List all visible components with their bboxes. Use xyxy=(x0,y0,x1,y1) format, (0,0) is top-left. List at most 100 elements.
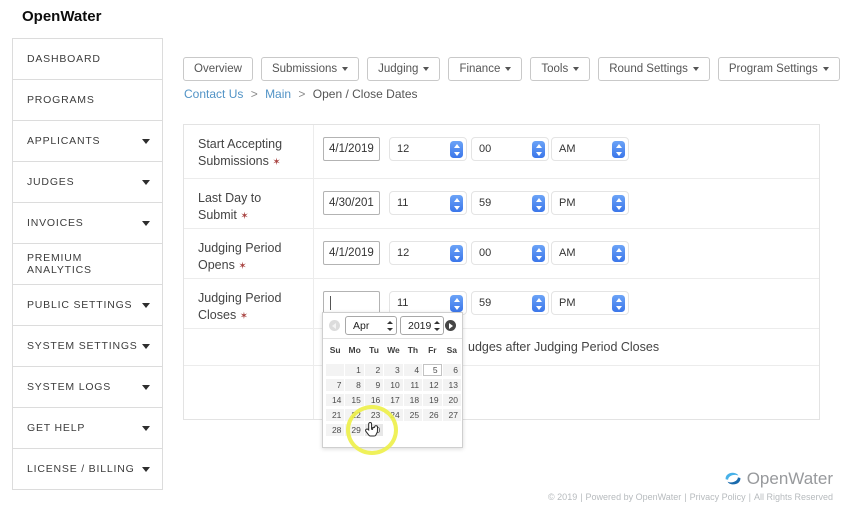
field-label-line: Judging Period xyxy=(198,290,305,307)
sidebar-item-public-settings[interactable]: PUBLIC SETTINGS xyxy=(12,284,163,326)
calendar-day[interactable]: 27 xyxy=(443,409,461,421)
field-label-line: Submissions ✶ xyxy=(198,153,305,170)
date-input[interactable] xyxy=(323,191,380,215)
calendar-day[interactable]: 25 xyxy=(404,409,422,421)
chevron-down-icon xyxy=(342,67,348,71)
tab-program-settings[interactable]: Program Settings xyxy=(718,57,840,81)
sidebar-item-dashboard[interactable]: DASHBOARD xyxy=(12,38,163,80)
minute-select[interactable]: 00 xyxy=(471,241,549,265)
calendar-day[interactable]: 21 xyxy=(326,409,344,421)
chevron-down-icon xyxy=(423,67,429,71)
select-stepper-icon xyxy=(612,141,625,158)
top-tab-bar: Overview Submissions Judging Finance Tools Ro… xyxy=(183,57,840,81)
calendar-day[interactable]: 16 xyxy=(365,394,383,406)
tab-label: Judging xyxy=(378,63,418,75)
month-select[interactable]: Apr xyxy=(345,316,397,335)
sidebar-item-label: PROGRAMS xyxy=(27,94,95,106)
tab-label: Tools xyxy=(541,63,568,75)
calendar-day[interactable]: 5 xyxy=(423,364,441,376)
text-cursor xyxy=(330,296,331,310)
tab-finance[interactable]: Finance xyxy=(448,57,522,81)
field-label-line: Last Day to xyxy=(198,190,305,207)
calendar-day[interactable]: 7 xyxy=(326,379,344,391)
select-value: 59 xyxy=(479,197,491,209)
sidebar-item-applicants[interactable]: APPLICANTS xyxy=(12,120,163,162)
required-asterisk: ✶ xyxy=(240,311,248,322)
datepicker-popup: Apr 2019 SuMoTuWeThFrSa 1234567891011121… xyxy=(322,312,463,448)
sidebar-item-system-settings[interactable]: SYSTEM SETTINGS xyxy=(12,325,163,367)
select-stepper-icon xyxy=(450,295,463,312)
select-value: 00 xyxy=(479,143,491,155)
calendar-day[interactable]: 15 xyxy=(345,394,363,406)
calendar-day[interactable]: 2 xyxy=(365,364,383,376)
sidebar-item-license-billing[interactable]: LICENSE / BILLING xyxy=(12,448,163,490)
calendar-day[interactable]: 13 xyxy=(443,379,461,391)
calendar-day[interactable]: 8 xyxy=(345,379,363,391)
meridiem-select[interactable]: PM xyxy=(551,291,629,315)
sidebar-item-get-help[interactable]: GET HELP xyxy=(12,407,163,449)
tab-tools[interactable]: Tools xyxy=(530,57,590,81)
privacy-policy-link[interactable]: Privacy Policy xyxy=(690,492,746,502)
calendar-day[interactable]: 29 xyxy=(345,424,363,436)
date-input[interactable] xyxy=(323,137,380,161)
meridiem-select[interactable]: AM xyxy=(551,137,629,161)
sidebar-item-premium-analytics[interactable]: PREMIUM ANALYTICS xyxy=(12,243,163,285)
partial-row-label: udges after Judging Period Closes xyxy=(468,340,659,354)
calendar-day[interactable]: 10 xyxy=(384,379,402,391)
calendar-day[interactable]: 24 xyxy=(384,409,402,421)
chevron-down-icon xyxy=(142,344,150,349)
meridiem-select[interactable]: AM xyxy=(551,241,629,265)
calendar-day[interactable]: 28 xyxy=(326,424,344,436)
sidebar-item-invoices[interactable]: INVOICES xyxy=(12,202,163,244)
minute-select[interactable]: 00 xyxy=(471,137,549,161)
calendar-day[interactable]: 30 xyxy=(365,424,383,436)
minute-select[interactable]: 59 xyxy=(471,191,549,215)
sidebar-item-label: PREMIUM ANALYTICS xyxy=(27,252,150,276)
calendar-day[interactable]: 19 xyxy=(423,394,441,406)
breadcrumb-separator: > xyxy=(251,87,258,101)
tab-submissions[interactable]: Submissions xyxy=(261,57,359,81)
powered-by-link[interactable]: Powered by OpenWater xyxy=(586,492,682,502)
breadcrumb-link-contact-us[interactable]: Contact Us xyxy=(184,87,243,101)
datepicker-next-button[interactable] xyxy=(445,320,456,331)
open-close-dates-form: Start AcceptingSubmissions ✶1200AMLast D… xyxy=(183,124,820,420)
calendar-day[interactable]: 26 xyxy=(423,409,441,421)
calendar-day[interactable]: 18 xyxy=(404,394,422,406)
year-select[interactable]: 2019 xyxy=(400,316,444,335)
form-row-last-day-to-submit: Last Day toSubmit ✶ 11 59 PM xyxy=(184,179,819,229)
calendar-day[interactable]: 23 xyxy=(365,409,383,421)
meridiem-select[interactable]: PM xyxy=(551,191,629,215)
sidebar-item-label: DASHBOARD xyxy=(27,53,101,65)
calendar-day[interactable]: 11 xyxy=(404,379,422,391)
calendar-blank xyxy=(443,424,461,436)
tab-round-settings[interactable]: Round Settings xyxy=(598,57,710,81)
logo-text: OpenWater xyxy=(747,469,833,489)
hour-select[interactable]: 12 xyxy=(389,137,467,161)
calendar-day[interactable]: 3 xyxy=(384,364,402,376)
calendar-day[interactable]: 20 xyxy=(443,394,461,406)
calendar-day[interactable]: 1 xyxy=(345,364,363,376)
calendar-day[interactable]: 14 xyxy=(326,394,344,406)
date-input[interactable] xyxy=(323,241,380,265)
hour-select[interactable]: 11 xyxy=(389,191,467,215)
calendar-day[interactable]: 12 xyxy=(423,379,441,391)
datepicker-prev-button[interactable] xyxy=(329,320,340,331)
sidebar-item-system-logs[interactable]: SYSTEM LOGS xyxy=(12,366,163,408)
calendar-day[interactable]: 9 xyxy=(365,379,383,391)
minute-select[interactable]: 59 xyxy=(471,291,549,315)
calendar-day[interactable]: 17 xyxy=(384,394,402,406)
calendar-day[interactable]: 6 xyxy=(443,364,461,376)
tab-overview[interactable]: Overview xyxy=(183,57,253,81)
field-label: Last Day toSubmit ✶ xyxy=(184,179,314,228)
breadcrumb-link-main[interactable]: Main xyxy=(265,87,291,101)
select-arrows-icon xyxy=(386,321,393,331)
form-row-start-accepting-submissions: Start AcceptingSubmissions ✶1200AM xyxy=(184,125,819,179)
sidebar-item-programs[interactable]: PROGRAMS xyxy=(12,79,163,121)
field-label-line: Opens ✶ xyxy=(198,257,305,274)
separator: | xyxy=(580,492,582,502)
tab-judging[interactable]: Judging xyxy=(367,57,440,81)
sidebar-item-judges[interactable]: JUDGES xyxy=(12,161,163,203)
calendar-day[interactable]: 4 xyxy=(404,364,422,376)
calendar-day[interactable]: 22 xyxy=(345,409,363,421)
hour-select[interactable]: 12 xyxy=(389,241,467,265)
